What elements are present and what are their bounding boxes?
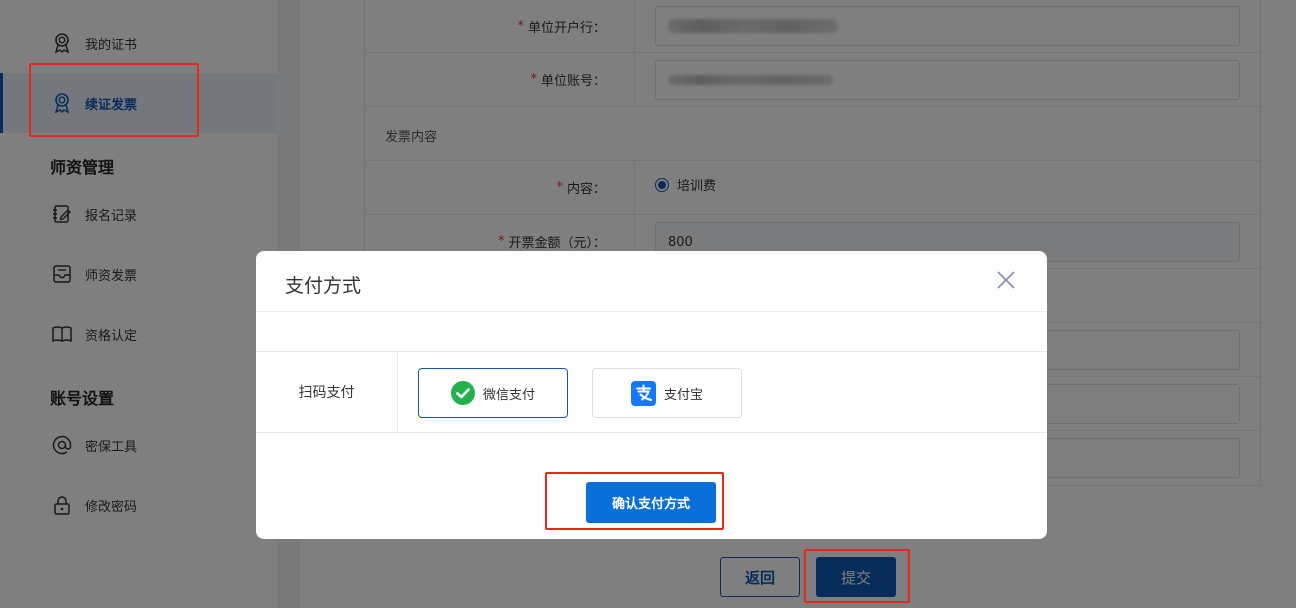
- pay-method-label: 扫码支付: [256, 352, 398, 432]
- wechat-pay-option[interactable]: 微信支付: [418, 368, 568, 418]
- dialog-title: 支付方式: [285, 275, 362, 297]
- divider: [256, 311, 1047, 312]
- wechat-pay-icon: [450, 381, 475, 405]
- highlight-box-confirm: [545, 472, 724, 530]
- highlight-box-sidebar: [29, 63, 199, 137]
- highlight-box-submit: [804, 549, 910, 603]
- payment-row: 扫码支付 微信支付 支付宝: [256, 351, 1047, 433]
- close-icon[interactable]: [993, 267, 1019, 293]
- alipay-option[interactable]: 支付宝: [592, 368, 742, 418]
- alipay-icon: [630, 380, 656, 406]
